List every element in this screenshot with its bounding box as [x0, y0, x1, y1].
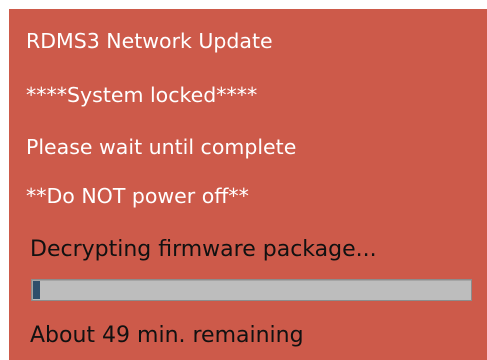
progress-bar: [31, 279, 472, 301]
update-title: RDMS3 Network Update: [26, 29, 273, 53]
progress-status: Decrypting firmware package...: [30, 237, 377, 262]
progress-bar-fill: [33, 281, 41, 299]
system-locked-message: ****System locked****: [26, 83, 258, 107]
wait-message: Please wait until complete: [26, 135, 297, 159]
time-remaining: About 49 min. remaining: [30, 323, 304, 348]
power-off-warning: **Do NOT power off**: [26, 184, 249, 208]
update-screen: RDMS3 Network Update ****System locked**…: [0, 0, 487, 360]
update-panel: RDMS3 Network Update ****System locked**…: [9, 9, 487, 360]
